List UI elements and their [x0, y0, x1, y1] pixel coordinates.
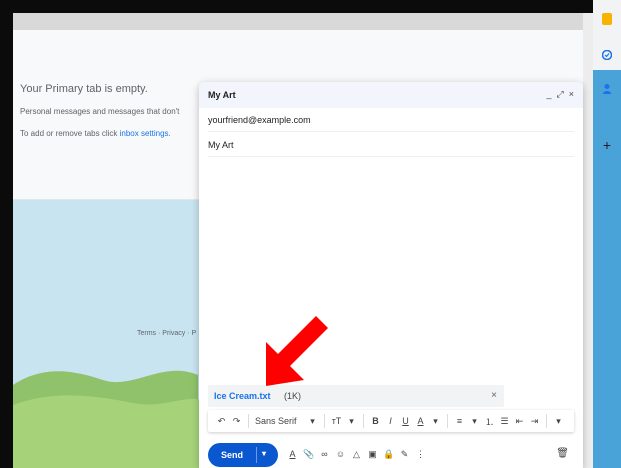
font-caret-icon[interactable]: ▾: [305, 416, 320, 427]
confidential-mode-icon[interactable]: 🔒: [383, 449, 394, 460]
attachment-chip[interactable]: Ice Cream.txt (1K) ×: [208, 385, 504, 407]
close-icon[interactable]: ×: [569, 89, 574, 100]
side-panel-background: [593, 70, 621, 468]
compose-title: My Art: [208, 90, 236, 100]
subject-field[interactable]: My Art: [208, 133, 574, 157]
align-caret-icon[interactable]: ▾: [467, 416, 482, 427]
settings-hint-prefix: To add or remove tabs click: [20, 129, 120, 138]
remove-attachment-icon[interactable]: ×: [491, 390, 497, 401]
send-divider: [256, 447, 257, 463]
add-addon-icon[interactable]: +: [600, 137, 614, 153]
toolbar-divider: [363, 414, 364, 428]
footer-links[interactable]: Terms · Privacy · P: [137, 330, 196, 337]
toolbar-divider: [248, 414, 249, 428]
indent-more-icon[interactable]: ⇥: [527, 416, 542, 427]
size-caret-icon[interactable]: ▾: [344, 416, 359, 427]
compose-header-controls: _ ⤢ ×: [547, 89, 574, 100]
right-divider: [583, 13, 593, 468]
send-label: Send: [221, 450, 244, 460]
insert-photo-icon[interactable]: ▣: [367, 449, 378, 460]
insert-link-icon[interactable]: ∞: [319, 449, 330, 460]
insert-signature-icon[interactable]: ✎: [399, 449, 410, 460]
send-button[interactable]: Send ▾: [208, 443, 278, 467]
bulleted-list-icon[interactable]: ☰: [497, 416, 512, 427]
toolbar-divider: [546, 414, 547, 428]
numbered-list-icon[interactable]: ⒈: [482, 415, 497, 428]
top-frame-bar: [0, 0, 621, 13]
red-pointer-arrow-icon: [266, 316, 328, 386]
attach-files-icon[interactable]: 📎: [303, 449, 314, 460]
bold-button[interactable]: B: [368, 416, 383, 426]
expand-icon[interactable]: ⤢: [557, 89, 564, 100]
schedule-send-icon[interactable]: ▾: [262, 449, 266, 458]
insert-emoji-icon[interactable]: ☺: [335, 449, 346, 460]
settings-hint-suffix: .: [168, 129, 171, 138]
redo-icon[interactable]: ↷: [229, 416, 244, 427]
empty-tab-title: Your Primary tab is empty.: [20, 83, 148, 95]
toolbar-divider: [324, 414, 325, 428]
contacts-icon[interactable]: [600, 82, 614, 96]
formatting-options-icon[interactable]: A: [287, 449, 298, 460]
compose-window: My Art _ ⤢ × yourfriend@example.com My A…: [199, 82, 583, 468]
color-caret-icon[interactable]: ▾: [428, 416, 443, 427]
keep-icon[interactable]: [600, 12, 614, 26]
font-family-select[interactable]: Sans Serif: [253, 416, 305, 426]
attachment-size: (1K): [284, 391, 302, 401]
inbox-settings-link[interactable]: inbox settings: [120, 129, 169, 138]
text-color-button[interactable]: A: [413, 416, 428, 426]
compose-action-icons: A 📎 ∞ ☺ △ ▣ 🔒 ✎ ⋮: [287, 449, 426, 460]
empty-tab-settings-hint: To add or remove tabs click inbox settin…: [20, 129, 171, 138]
compose-header[interactable]: My Art _ ⤢ ×: [199, 82, 583, 108]
more-options-icon[interactable]: ⋮: [415, 449, 426, 460]
toolbar-divider: [447, 414, 448, 428]
tasks-icon[interactable]: [600, 48, 614, 62]
font-size-icon[interactable]: ᴛT: [329, 416, 344, 426]
formatting-toolbar: ↶ ↷ Sans Serif ▾ ᴛT ▾ B I U A ▾ ≡ ▾ ⒈ ☰ …: [208, 410, 574, 432]
compose-bottom-bar: Send ▾ A 📎 ∞ ☺ △ ▣ 🔒 ✎ ⋮ 🗑: [199, 440, 583, 468]
underline-button[interactable]: U: [398, 416, 413, 426]
to-field[interactable]: yourfriend@example.com: [208, 108, 574, 132]
align-icon[interactable]: ≡: [452, 416, 467, 426]
insert-drive-icon[interactable]: △: [351, 449, 362, 460]
empty-tab-description: Personal messages and messages that don'…: [20, 107, 180, 116]
undo-icon[interactable]: ↶: [214, 416, 229, 427]
indent-less-icon[interactable]: ⇤: [512, 416, 527, 427]
attachment-name[interactable]: Ice Cream.txt: [214, 391, 271, 401]
left-frame-bar: [0, 0, 13, 468]
italic-button[interactable]: I: [383, 416, 398, 426]
minimize-icon[interactable]: _: [547, 89, 552, 100]
discard-draft-icon[interactable]: 🗑: [556, 448, 569, 459]
more-formatting-icon[interactable]: ▾: [551, 416, 566, 427]
